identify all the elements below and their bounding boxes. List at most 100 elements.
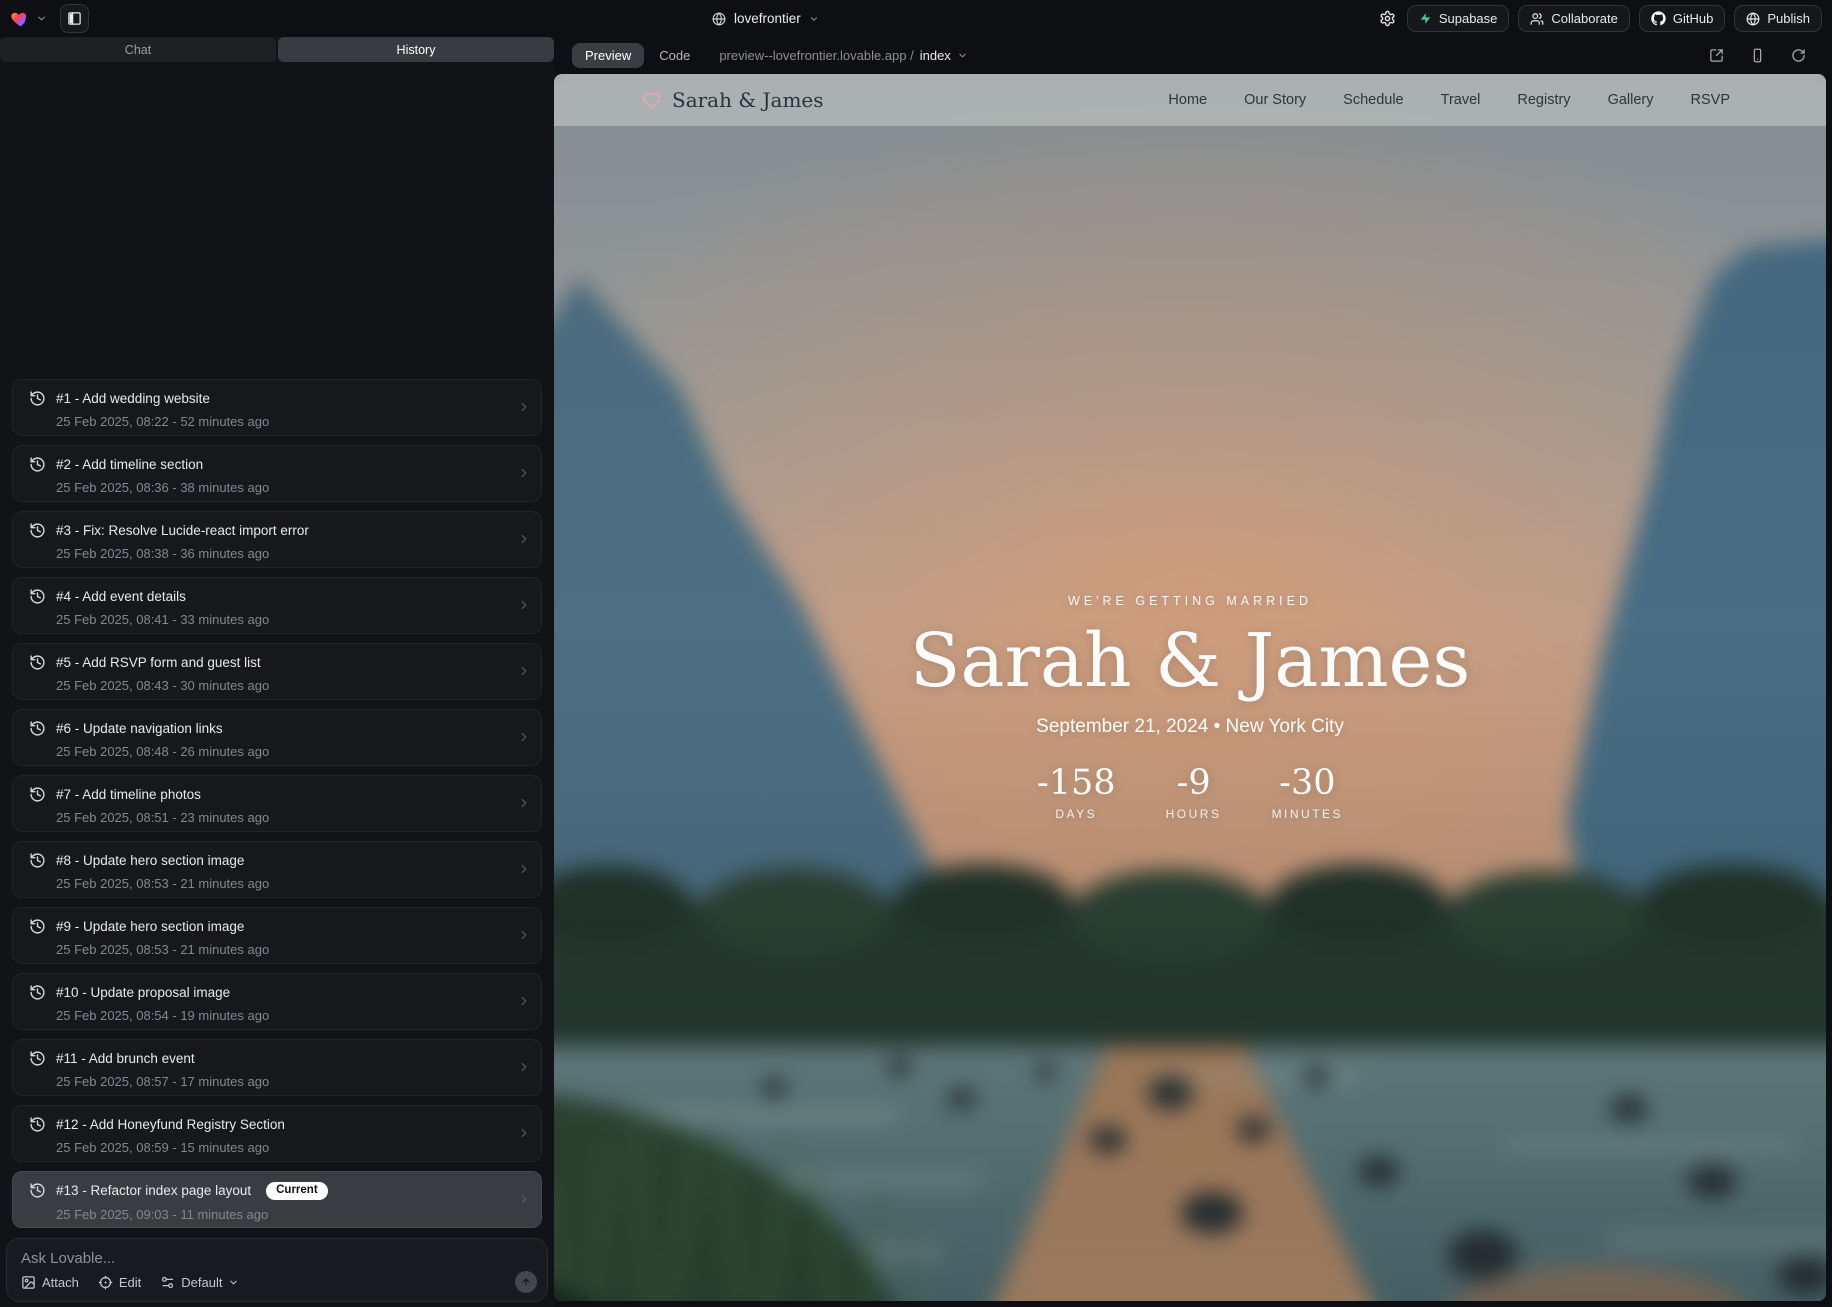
- settings-button[interactable]: [1377, 8, 1398, 29]
- history-item-12[interactable]: #12 - Add Honeyfund Registry Section 25 …: [12, 1105, 542, 1162]
- prompt-input[interactable]: [21, 1250, 533, 1267]
- countdown-days: -158 DAYS: [1037, 766, 1116, 821]
- tab-chat[interactable]: Chat: [0, 37, 276, 62]
- chevron-right-icon: [517, 1192, 531, 1206]
- history-item-8[interactable]: #8 - Update hero section image 25 Feb 20…: [12, 841, 542, 898]
- preview-pane: Preview Code preview--lovefrontier.lovab…: [554, 37, 1832, 1307]
- history-icon: [29, 522, 46, 539]
- site-logo-text: Sarah & James: [672, 88, 824, 112]
- tab-history[interactable]: History: [278, 37, 554, 62]
- site-nav-gallery[interactable]: Gallery: [1608, 92, 1654, 108]
- image-icon: [21, 1275, 36, 1290]
- attach-button[interactable]: Attach: [21, 1275, 79, 1290]
- countdown: -158 DAYS -9 HOURS -30 MINUTES: [554, 766, 1826, 821]
- site-nav-rsvp[interactable]: RSVP: [1691, 92, 1731, 108]
- project-name: lovefrontier: [734, 11, 801, 26]
- countdown-minutes: -30 MINUTES: [1272, 766, 1344, 821]
- history-item-5[interactable]: #5 - Add RSVP form and guest list 25 Feb…: [12, 643, 542, 700]
- chevron-right-icon: [517, 532, 531, 546]
- project-switcher[interactable]: lovefrontier: [712, 0, 819, 37]
- history-item-6[interactable]: #6 - Update navigation links 25 Feb 2025…: [12, 709, 542, 766]
- history-item-timestamp: 25 Feb 2025, 08:53 - 21 minutes ago: [56, 942, 507, 957]
- history-item-13-current[interactable]: #13 - Refactor index page layout Current…: [12, 1171, 542, 1228]
- site-nav-our-story[interactable]: Our Story: [1244, 92, 1306, 108]
- history-item-title: #2 - Add timeline section: [56, 457, 203, 472]
- prompt-composer: Attach Edit Default: [6, 1238, 548, 1302]
- chevron-right-icon: [517, 664, 531, 678]
- arrow-up-icon: [521, 1276, 531, 1288]
- site-nav-home[interactable]: Home: [1168, 92, 1207, 108]
- chevron-right-icon: [517, 994, 531, 1008]
- publish-button[interactable]: Publish: [1734, 5, 1822, 32]
- site-nav-schedule[interactable]: Schedule: [1343, 92, 1403, 108]
- hero-title: Sarah & James: [554, 624, 1826, 698]
- chevron-down-icon: [957, 50, 968, 61]
- send-button[interactable]: [515, 1271, 537, 1293]
- preview-url-prefix: preview--lovefrontier.lovable.app /: [719, 48, 913, 63]
- history-item-9[interactable]: #9 - Update hero section image 25 Feb 20…: [12, 907, 542, 964]
- history-item-3[interactable]: #3 - Fix: Resolve Lucide-react import er…: [12, 511, 542, 568]
- refresh-icon[interactable]: [1791, 48, 1806, 63]
- history-item-title: #12 - Add Honeyfund Registry Section: [56, 1117, 285, 1132]
- history-item-4[interactable]: #4 - Add event details 25 Feb 2025, 08:4…: [12, 577, 542, 634]
- history-item-timestamp: 25 Feb 2025, 08:38 - 36 minutes ago: [56, 546, 507, 561]
- history-item-timestamp: 25 Feb 2025, 08:53 - 21 minutes ago: [56, 876, 507, 891]
- open-external-icon[interactable]: [1709, 48, 1724, 63]
- sidebar-toggle-button[interactable]: [60, 4, 89, 33]
- history-item-timestamp: 25 Feb 2025, 08:59 - 15 minutes ago: [56, 1140, 507, 1155]
- gear-icon: [1379, 10, 1396, 27]
- history-item-1[interactable]: #1 - Add wedding website 25 Feb 2025, 08…: [12, 379, 542, 436]
- history-item-7[interactable]: #7 - Add timeline photos 25 Feb 2025, 08…: [12, 775, 542, 832]
- lovable-heart-logo-icon[interactable]: [10, 8, 31, 29]
- supabase-label: Supabase: [1439, 11, 1498, 26]
- collaborate-label: Collaborate: [1551, 11, 1618, 26]
- history-item-timestamp: 25 Feb 2025, 08:41 - 33 minutes ago: [56, 612, 507, 627]
- history-item-timestamp: 25 Feb 2025, 08:54 - 19 minutes ago: [56, 1008, 507, 1023]
- mode-selector[interactable]: Default: [160, 1275, 239, 1290]
- history-item-timestamp: 25 Feb 2025, 08:22 - 52 minutes ago: [56, 414, 507, 429]
- history-item-timestamp: 25 Feb 2025, 08:43 - 30 minutes ago: [56, 678, 507, 693]
- chevron-right-icon: [517, 1126, 531, 1140]
- history-item-title: #1 - Add wedding website: [56, 391, 210, 406]
- crosshair-icon: [98, 1275, 113, 1290]
- tab-preview[interactable]: Preview: [572, 43, 644, 68]
- globe-icon: [712, 12, 726, 26]
- history-item-title: #8 - Update hero section image: [56, 853, 244, 868]
- chevron-right-icon: [517, 730, 531, 744]
- edit-select-button[interactable]: Edit: [98, 1275, 141, 1290]
- history-item-10[interactable]: #10 - Update proposal image 25 Feb 2025,…: [12, 973, 542, 1030]
- history-item-title: #13 - Refactor index page layout: [56, 1183, 251, 1198]
- history-icon: [29, 654, 46, 671]
- history-icon: [29, 390, 46, 407]
- site-nav-travel[interactable]: Travel: [1441, 92, 1481, 108]
- preview-toolbar: Preview Code preview--lovefrontier.lovab…: [554, 37, 1832, 74]
- history-icon: [29, 1050, 46, 1067]
- site-header: Sarah & James Home Our Story Schedule Tr…: [554, 74, 1826, 126]
- sidebar-tabs: Chat History: [0, 37, 554, 62]
- history-list: #1 - Add wedding website 25 Feb 2025, 08…: [0, 62, 554, 1228]
- history-item-title: #7 - Add timeline photos: [56, 787, 201, 802]
- history-icon: [29, 984, 46, 1001]
- history-item-timestamp: 25 Feb 2025, 09:03 - 11 minutes ago: [56, 1207, 507, 1222]
- history-item-11[interactable]: #11 - Add brunch event 25 Feb 2025, 08:5…: [12, 1039, 542, 1096]
- tab-code[interactable]: Code: [659, 48, 690, 63]
- supabase-button[interactable]: Supabase: [1407, 5, 1510, 32]
- history-item-timestamp: 25 Feb 2025, 08:48 - 26 minutes ago: [56, 744, 507, 759]
- history-icon: [29, 588, 46, 605]
- site-nav-registry[interactable]: Registry: [1517, 92, 1570, 108]
- github-button[interactable]: GitHub: [1639, 5, 1725, 32]
- mode-label: Default: [181, 1275, 222, 1290]
- history-icon: [29, 786, 46, 803]
- chevron-down-icon[interactable]: [36, 13, 47, 24]
- globe-icon: [1746, 12, 1760, 26]
- history-item-timestamp: 25 Feb 2025, 08:36 - 38 minutes ago: [56, 480, 507, 495]
- preview-url[interactable]: preview--lovefrontier.lovable.app / inde…: [719, 48, 967, 63]
- mobile-view-icon[interactable]: [1750, 48, 1765, 63]
- collaborate-button[interactable]: Collaborate: [1518, 5, 1630, 32]
- history-item-title: #10 - Update proposal image: [56, 985, 230, 1000]
- history-item-2[interactable]: #2 - Add timeline section 25 Feb 2025, 0…: [12, 445, 542, 502]
- chevron-right-icon: [517, 862, 531, 876]
- site-logo[interactable]: Sarah & James: [642, 88, 824, 112]
- sidebar: Chat History #1 - Add wedding website 25…: [0, 37, 554, 1307]
- sliders-icon: [160, 1275, 175, 1290]
